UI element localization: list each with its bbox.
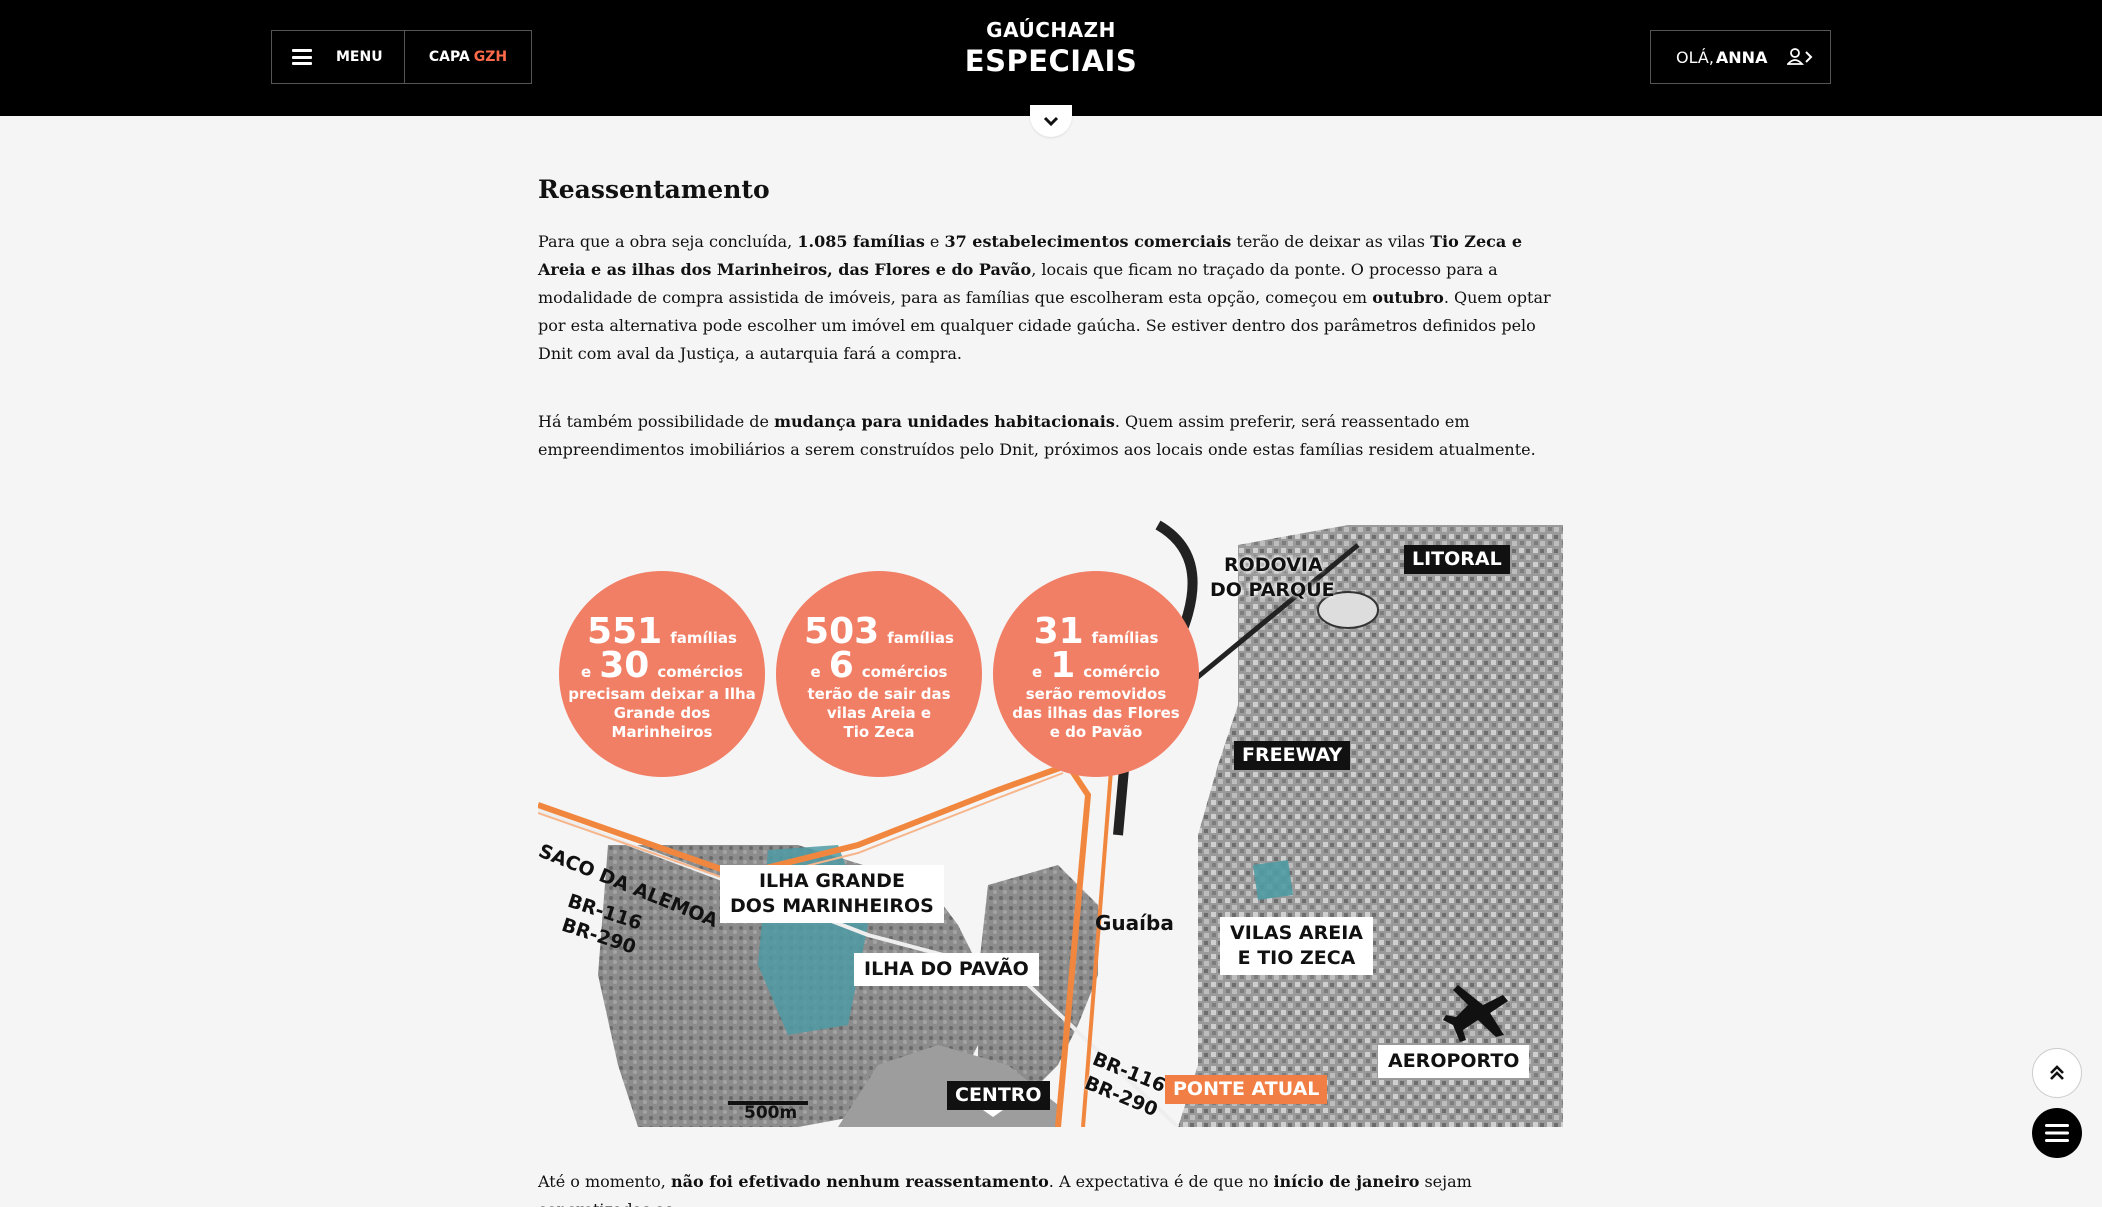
user-name: ANNA — [1715, 47, 1768, 67]
paragraph-1: Para que a obra seja concluída, 1.085 fa… — [538, 232, 1551, 363]
user-icon — [1787, 48, 1813, 65]
label-ilha-pavao: ILHA DO PAVÃO — [854, 953, 1039, 986]
resettlement-infographic: 551 famílias e 30 comércios precisam deixar… — [538, 505, 1563, 1127]
stat-circle-flores-pavao: 31 famílias e 1 comércio serão removidos das… — [993, 571, 1199, 777]
double-chevron-up-icon — [2050, 1065, 2064, 1080]
user-account-button[interactable]: OLÁ, ANNA — [1650, 30, 1831, 84]
stat-circle-ilha-grande: 551 famílias e 30 comércios precisam deixar… — [559, 571, 765, 777]
scroll-down-button[interactable] — [1030, 105, 1072, 137]
label-aeroporto: AEROPORTO — [1378, 1045, 1530, 1078]
user-greeting: OLÁ, — [1676, 47, 1714, 67]
floating-menu-button[interactable] — [2032, 1108, 2082, 1158]
top-header: MENU CAPA GZH GAÚCHAZH ESPECIAIS OLÁ, AN… — [0, 0, 2102, 116]
section-heading: Reassentamento — [538, 175, 770, 204]
label-ilha-grande: ILHA GRANDE DOS MARINHEIROS — [720, 865, 944, 923]
label-scale: 500m — [744, 1103, 798, 1123]
label-centro: CENTRO — [947, 1081, 1050, 1110]
label-freeway: FREEWAY — [1234, 741, 1351, 770]
label-litoral: LITORAL — [1404, 545, 1510, 574]
menu-icon — [2045, 1124, 2069, 1142]
back-to-top-button[interactable] — [2032, 1048, 2082, 1098]
label-rodovia: RODOVIA DO PARQUE — [1210, 554, 1335, 601]
label-vilas: VILAS AREIA E TIO ZECA — [1220, 917, 1373, 975]
chevron-down-icon — [1043, 116, 1059, 127]
label-guaiba: Guaíba — [1095, 911, 1174, 935]
paragraph-3: Até o momento, não foi efetivado nenhum … — [538, 1172, 1472, 1207]
stat-circle-vilas: 503 famílias e 6 comércios terão de sair da… — [776, 571, 982, 777]
vilas-zone — [1253, 860, 1293, 900]
label-ponte-atual: PONTE ATUAL — [1165, 1075, 1328, 1104]
paragraph-2: Há também possibilidade de mudança para … — [538, 412, 1536, 459]
